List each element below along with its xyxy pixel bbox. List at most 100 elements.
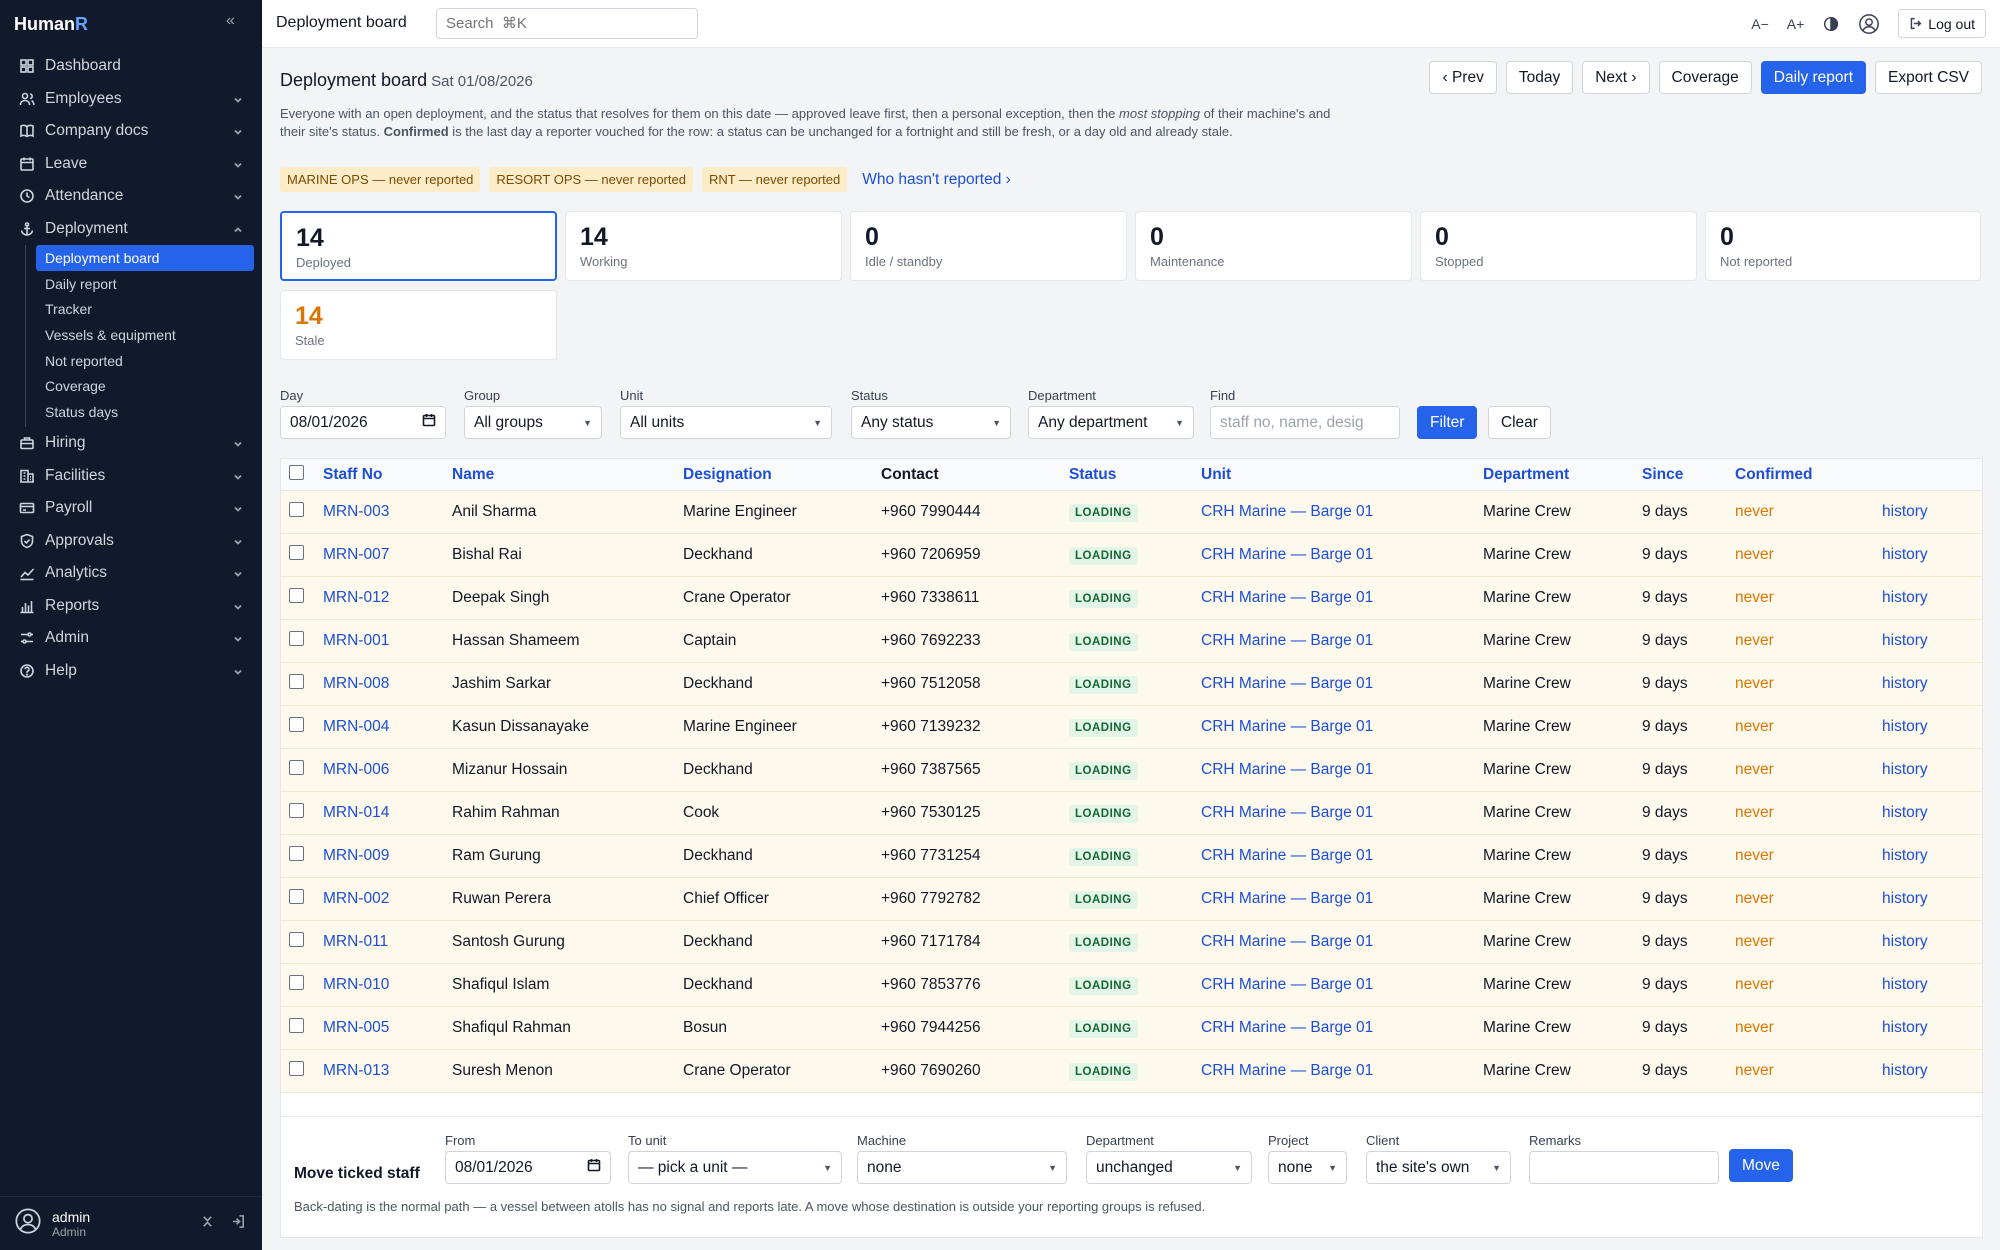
row-checkbox[interactable] [289,588,304,603]
coverage-button[interactable]: Coverage [1658,61,1752,94]
staff-no-link[interactable]: MRN-014 [323,804,389,821]
staff-no-link[interactable]: MRN-011 [323,933,388,950]
card-maintenance[interactable]: 0 Maintenance [1135,211,1412,281]
history-link[interactable]: history [1882,976,1928,993]
row-checkbox[interactable] [289,502,304,517]
search-input[interactable] [436,8,698,39]
move-to-unit-select[interactable]: — pick a unit — ▼ [628,1151,842,1184]
unit-link[interactable]: CRH Marine — Barge 01 [1201,589,1373,606]
unit-link[interactable]: CRH Marine — Barge 01 [1201,976,1373,993]
row-checkbox[interactable] [289,631,304,646]
history-link[interactable]: history [1882,1062,1928,1079]
group-select[interactable]: All groups ▼ [464,406,602,439]
day-input[interactable]: 08/01/2026 [280,406,446,439]
history-link[interactable]: history [1882,718,1928,735]
sidebar-item-admin[interactable]: Admin [0,622,262,655]
sidebar-item-dashboard[interactable]: Dashboard [0,50,262,83]
row-checkbox[interactable] [289,545,304,560]
unit-select[interactable]: All units ▼ [620,406,832,439]
row-checkbox[interactable] [289,803,304,818]
history-link[interactable]: history [1882,546,1928,563]
find-input[interactable]: staff no, name, desig [1210,406,1400,439]
header-unit[interactable]: Unit [1201,466,1483,484]
staff-no-link[interactable]: MRN-004 [323,718,389,735]
card-stale[interactable]: 14 Stale [280,290,557,360]
header-name[interactable]: Name [452,466,683,484]
row-checkbox[interactable] [289,975,304,990]
row-checkbox[interactable] [289,889,304,904]
contrast-toggle-icon[interactable] [1822,15,1840,33]
history-link[interactable]: history [1882,503,1928,520]
staff-no-link[interactable]: MRN-001 [323,632,389,649]
move-machine-select[interactable]: none ▼ [857,1151,1067,1184]
clear-button[interactable]: Clear [1487,406,1551,439]
sidebar-item-attendance[interactable]: Attendance [0,180,262,213]
subnav-item-vessels-and-equipment[interactable]: Vessels & equipment [36,322,254,348]
sidebar-item-reports[interactable]: Reports [0,589,262,622]
header-since[interactable]: Since [1642,466,1735,484]
sidebar-item-hiring[interactable]: Hiring [0,427,262,460]
staff-no-link[interactable]: MRN-008 [323,675,389,692]
staff-no-link[interactable]: MRN-007 [323,546,389,563]
select-all-checkbox[interactable] [289,464,304,480]
move-button[interactable]: Move [1729,1149,1793,1182]
card-working[interactable]: 14 Working [565,211,842,281]
history-link[interactable]: history [1882,890,1928,907]
unit-link[interactable]: CRH Marine — Barge 01 [1201,804,1373,821]
unit-link[interactable]: CRH Marine — Barge 01 [1201,675,1373,692]
staff-no-link[interactable]: MRN-010 [323,976,389,993]
unit-link[interactable]: CRH Marine — Barge 01 [1201,890,1373,907]
staff-no-link[interactable]: MRN-003 [323,503,389,520]
header-status[interactable]: Status [1069,466,1201,484]
font-larger-button[interactable]: A+ [1787,16,1805,32]
subnav-item-not-reported[interactable]: Not reported [36,348,254,374]
unit-link[interactable]: CRH Marine — Barge 01 [1201,1062,1373,1079]
card-stopped[interactable]: 0 Stopped [1420,211,1697,281]
unit-link[interactable]: CRH Marine — Barge 01 [1201,718,1373,735]
sidebar-item-help[interactable]: Help [0,654,262,687]
history-link[interactable]: history [1882,1019,1928,1036]
unit-link[interactable]: CRH Marine — Barge 01 [1201,933,1373,950]
row-checkbox[interactable] [289,1018,304,1033]
who-hasnt-reported-link[interactable]: Who hasn't reported › [862,171,1011,189]
subnav-item-deployment-board[interactable]: Deployment board [36,245,254,271]
move-from-input[interactable]: 08/01/2026 [445,1151,611,1184]
unit-link[interactable]: CRH Marine — Barge 01 [1201,503,1373,520]
brand-logo[interactable]: HumanR [14,14,88,35]
filter-button[interactable]: Filter [1417,406,1478,439]
next-button[interactable]: Next › [1582,61,1650,94]
sidebar-item-company-docs[interactable]: Company docs [0,115,262,148]
export-csv-button[interactable]: Export CSV [1875,61,1982,94]
prev-button[interactable]: ‹ Prev [1429,61,1497,94]
unit-link[interactable]: CRH Marine — Barge 01 [1201,847,1373,864]
history-link[interactable]: history [1882,804,1928,821]
status-select[interactable]: Any status ▼ [851,406,1011,439]
header-staff-no[interactable]: Staff No [323,466,452,484]
move-department-select[interactable]: unchanged ▼ [1086,1151,1252,1184]
subnav-item-status-days[interactable]: Status days [36,399,254,425]
move-remarks-input[interactable] [1529,1151,1719,1184]
font-smaller-button[interactable]: A− [1751,16,1769,32]
subnav-item-daily-report[interactable]: Daily report [36,271,254,297]
profile-icon[interactable] [1858,13,1880,35]
history-link[interactable]: history [1882,847,1928,864]
sidebar-item-deployment[interactable]: Deployment [0,213,262,246]
today-button[interactable]: Today [1505,61,1574,94]
sidebar-item-analytics[interactable]: Analytics [0,557,262,590]
row-checkbox[interactable] [289,674,304,689]
row-checkbox[interactable] [289,846,304,861]
sidebar-item-leave[interactable]: Leave [0,148,262,181]
unit-link[interactable]: CRH Marine — Barge 01 [1201,632,1373,649]
daily-report-button[interactable]: Daily report [1760,61,1867,94]
expand-collapse-icon[interactable] [200,1214,215,1234]
logout-button[interactable]: Log out [1898,9,1986,38]
header-confirmed[interactable]: Confirmed [1735,466,1882,484]
card-deployed[interactable]: 14 Deployed [280,211,557,281]
user-avatar-icon[interactable] [14,1207,42,1240]
header-designation[interactable]: Designation [683,466,881,484]
staff-no-link[interactable]: MRN-009 [323,847,389,864]
department-select[interactable]: Any department ▼ [1028,406,1194,439]
row-checkbox[interactable] [289,717,304,732]
history-link[interactable]: history [1882,675,1928,692]
header-department[interactable]: Department [1483,466,1642,484]
